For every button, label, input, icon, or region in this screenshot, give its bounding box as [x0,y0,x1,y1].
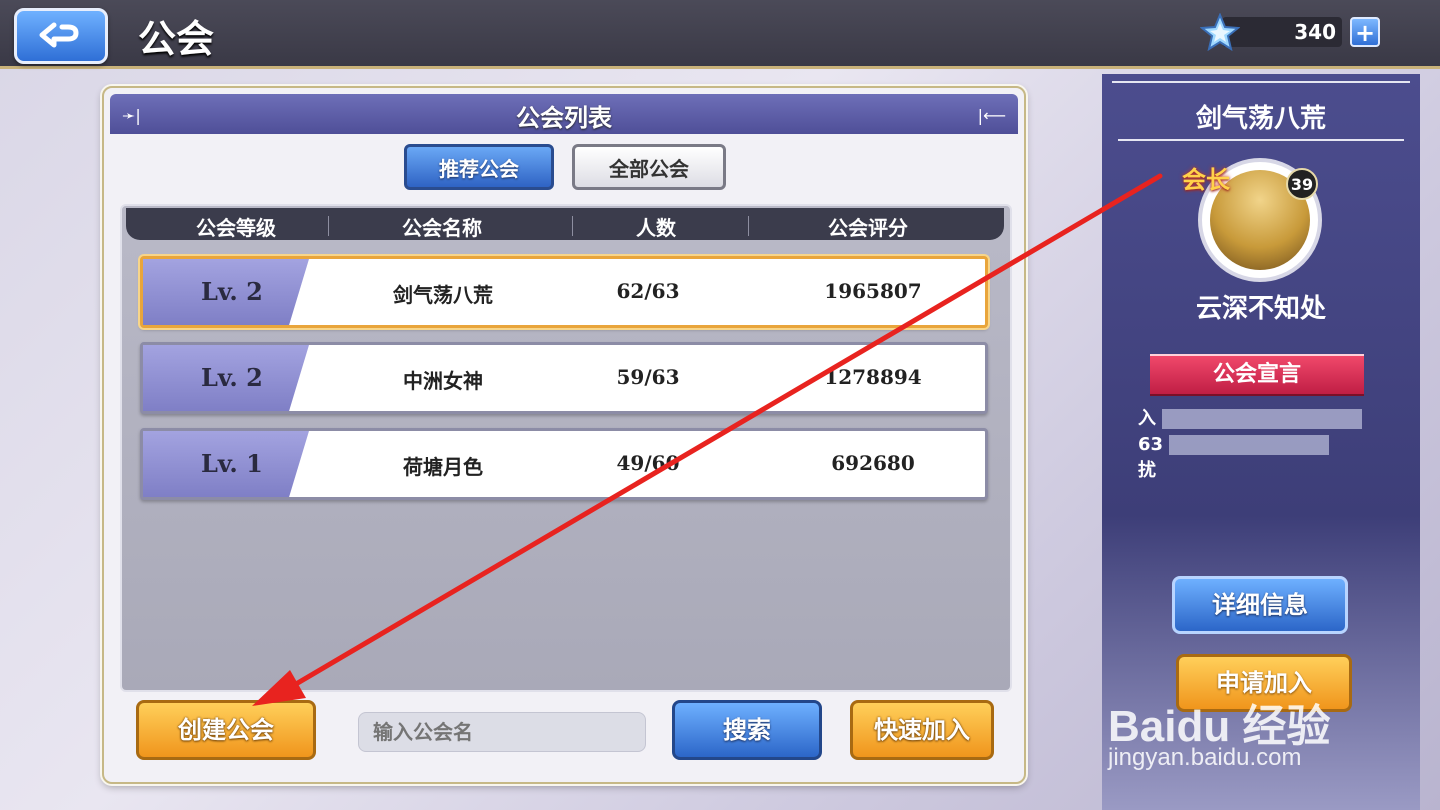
column-divider [748,216,749,236]
ornament-divider-icon [1112,81,1410,83]
table-row[interactable]: Lv. 2 剑气荡八荒 62/63 1965807 [140,256,988,328]
table-row[interactable]: Lv. 1 荷塘月色 49/60 692680 [140,428,988,500]
details-button[interactable]: 详细信息 [1172,576,1348,634]
blurred-text [1169,435,1330,455]
declaration-banner: 公会宣言 [1150,354,1364,396]
col-score: 公会评分 [828,216,908,240]
table-row[interactable]: Lv. 2 中洲女神 59/63 1278894 [140,342,988,414]
guild-score: 692680 [831,451,915,475]
tab-recommended[interactable]: 推荐公会 [404,144,554,190]
col-members: 人数 [636,216,676,240]
page-title: 公会 [138,17,215,61]
add-currency-button[interactable]: + [1350,17,1380,47]
blurred-text [1162,409,1363,429]
guild-list-panel: ➛| 公会列表 |⟵ 推荐公会 全部公会 公会等级 公会名称 人数 公会评分 L… [102,86,1026,784]
create-guild-button[interactable]: 创建公会 [136,700,316,760]
column-divider [572,216,573,236]
currency-value: 340 [1294,20,1336,44]
column-divider [328,216,329,236]
panel-header: ➛| 公会列表 |⟵ [110,94,1018,134]
guild-members: 49/60 [616,451,680,475]
currency-display: 340 + [1200,13,1380,51]
col-level: 公会等级 [196,216,276,240]
guild-name: 荷塘月色 [403,455,483,479]
guild-members: 59/63 [616,365,680,389]
declaration-line: 63 [1138,434,1164,455]
top-bar: 公会 340 + [0,0,1440,69]
guild-level: Lv. 1 [143,431,309,497]
watermark-url: jingyan.baidu.com [1108,744,1302,771]
ornament-divider-icon [1118,139,1404,141]
leader-name: 云深不知处 [1195,294,1326,324]
selected-guild-name: 剑气荡八荒 [1195,104,1326,134]
watermark: Baidu 经验 jingyan.baidu.com [1108,690,1408,790]
declaration-text: 入 63 扰 [1138,406,1384,484]
guild-level: Lv. 2 [143,259,309,325]
guild-score: 1278894 [824,365,922,389]
guild-table: 公会等级 公会名称 人数 公会评分 Lv. 2 剑气荡八荒 62/63 1965… [120,204,1012,692]
back-button[interactable] [14,8,108,64]
guild-score: 1965807 [824,279,922,303]
star-gem-icon [1200,13,1240,51]
guild-level: Lv. 2 [143,345,309,411]
guild-name: 中洲女神 [403,369,483,393]
col-name: 公会名称 [402,216,482,240]
ornament-right-icon: |⟵ [977,106,1006,125]
guild-name: 剑气荡八荒 [393,283,493,307]
panel-title: 公会列表 [516,104,612,132]
declaration-line: 扰 [1138,460,1156,481]
declaration-line: 入 [1138,408,1156,429]
search-button[interactable]: 搜索 [672,700,822,760]
leader-tag: 会长 [1182,166,1230,194]
tab-all-guilds[interactable]: 全部公会 [572,144,726,190]
table-header: 公会等级 公会名称 人数 公会评分 [126,208,1004,240]
quick-join-button[interactable]: 快速加入 [850,700,994,760]
guild-name-search-input[interactable] [358,712,646,752]
back-arrow-icon [39,22,79,48]
leader-level-badge: 39 [1286,168,1318,200]
guild-members: 62/63 [616,279,680,303]
